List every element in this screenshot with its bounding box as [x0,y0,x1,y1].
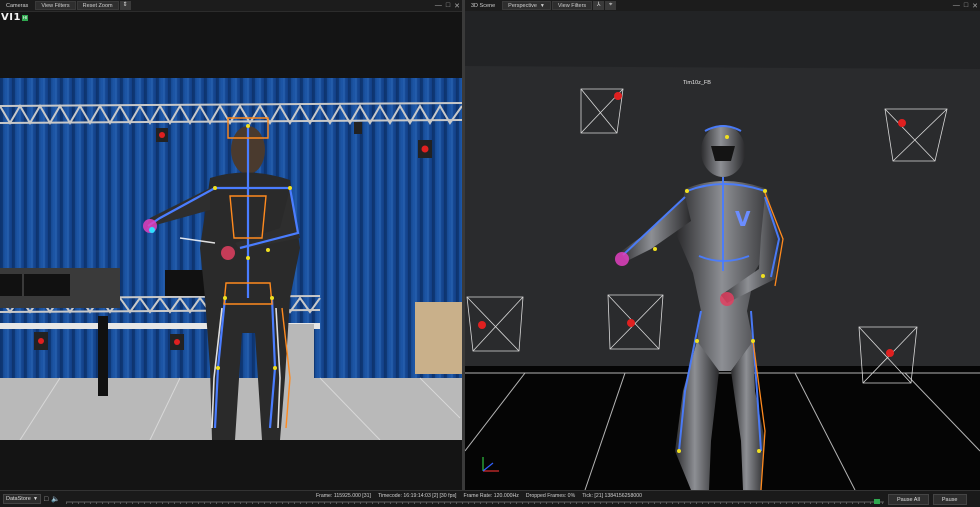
camera-logo-text: VI1 [1,12,21,23]
scene-menu-button[interactable]: 3D Scene [465,1,501,10]
3d-scene-render: V [465,11,980,490]
data-store-value: DataStore [6,496,31,502]
chevron-down-icon: ▼ [539,3,545,9]
scene-view-filters-button[interactable]: View Filters [551,1,593,10]
perspective-label: Perspective [508,3,537,9]
timeline-playhead[interactable] [873,499,880,504]
cameras-menu-button[interactable]: Cameras [0,1,34,10]
minimize-icon[interactable]: — [953,2,960,9]
stop-icon[interactable]: □ [44,496,48,503]
timeline-scrubber[interactable]: Frame: 115925.000 [31] Timecode: 16:19:1… [65,493,884,505]
pause-button[interactable]: Pause [932,493,967,505]
camera-video-image [0,78,462,440]
axis-icon[interactable]: ⅄ [593,1,605,10]
3d-scene-viewport[interactable]: V [465,11,980,490]
maximize-icon[interactable]: □ [964,2,968,9]
pause-all-button[interactable]: Pause All [887,493,929,505]
expand-icon[interactable]: ⇕ [119,1,131,10]
data-store-select[interactable]: DataStore ▼ [3,494,41,504]
scene-pane-window-controls: — □ ✕ [953,0,978,11]
playback-status-bar: DataStore ▼ □ 🔈 Frame: 115925.000 [31] T… [0,490,980,507]
scene-view-pane: 3D Scene Perspective ▼ View Filters ⅄ ⌖ —… [465,0,980,490]
frame-readout: Frame: 115925.000 [31] [315,493,371,499]
timeline-ticks [65,502,884,504]
volume-icon[interactable]: 🔈 [51,495,60,503]
maximize-icon[interactable]: □ [446,2,450,9]
svg-text:V: V [735,207,751,231]
camera-view-toolbar: Cameras View Filters Reset Zoom ⇕ — □ ✕ [0,0,462,12]
camera-pane-window-controls: — □ ✕ [435,0,460,11]
close-icon[interactable]: ✕ [972,2,978,10]
camera-logo: VI1 HI [1,12,29,23]
camera-logo-badge: HI [21,14,29,21]
timeline-info: Frame: 115925.000 [31] Timecode: 16:19:1… [316,493,642,499]
view-filters-button[interactable]: View Filters [35,1,76,10]
perspective-dropdown[interactable]: Perspective ▼ [502,1,551,10]
subject-name-label: Tim10z_FB [683,80,711,86]
reset-zoom-button[interactable]: Reset Zoom [76,1,119,10]
chevron-down-icon: ▼ [33,496,38,502]
timecode-readout: Timecode: 16:19:14:03 [2] [30 fps] [377,493,457,499]
camera-video-feed[interactable] [0,78,462,440]
camera-view-pane: Cameras View Filters Reset Zoom ⇕ — □ ✕ … [0,0,462,490]
camera-view-icon[interactable]: ⌖ [605,1,617,10]
frame-rate-readout: Frame Rate: 120.000Hz [463,493,519,499]
tick-readout: Tick: [21] 1384156258000 [582,493,642,499]
close-icon[interactable]: ✕ [454,2,460,10]
minimize-icon[interactable]: — [435,2,442,9]
dropped-frames-readout: Dropped Frames: 0% [525,493,576,499]
